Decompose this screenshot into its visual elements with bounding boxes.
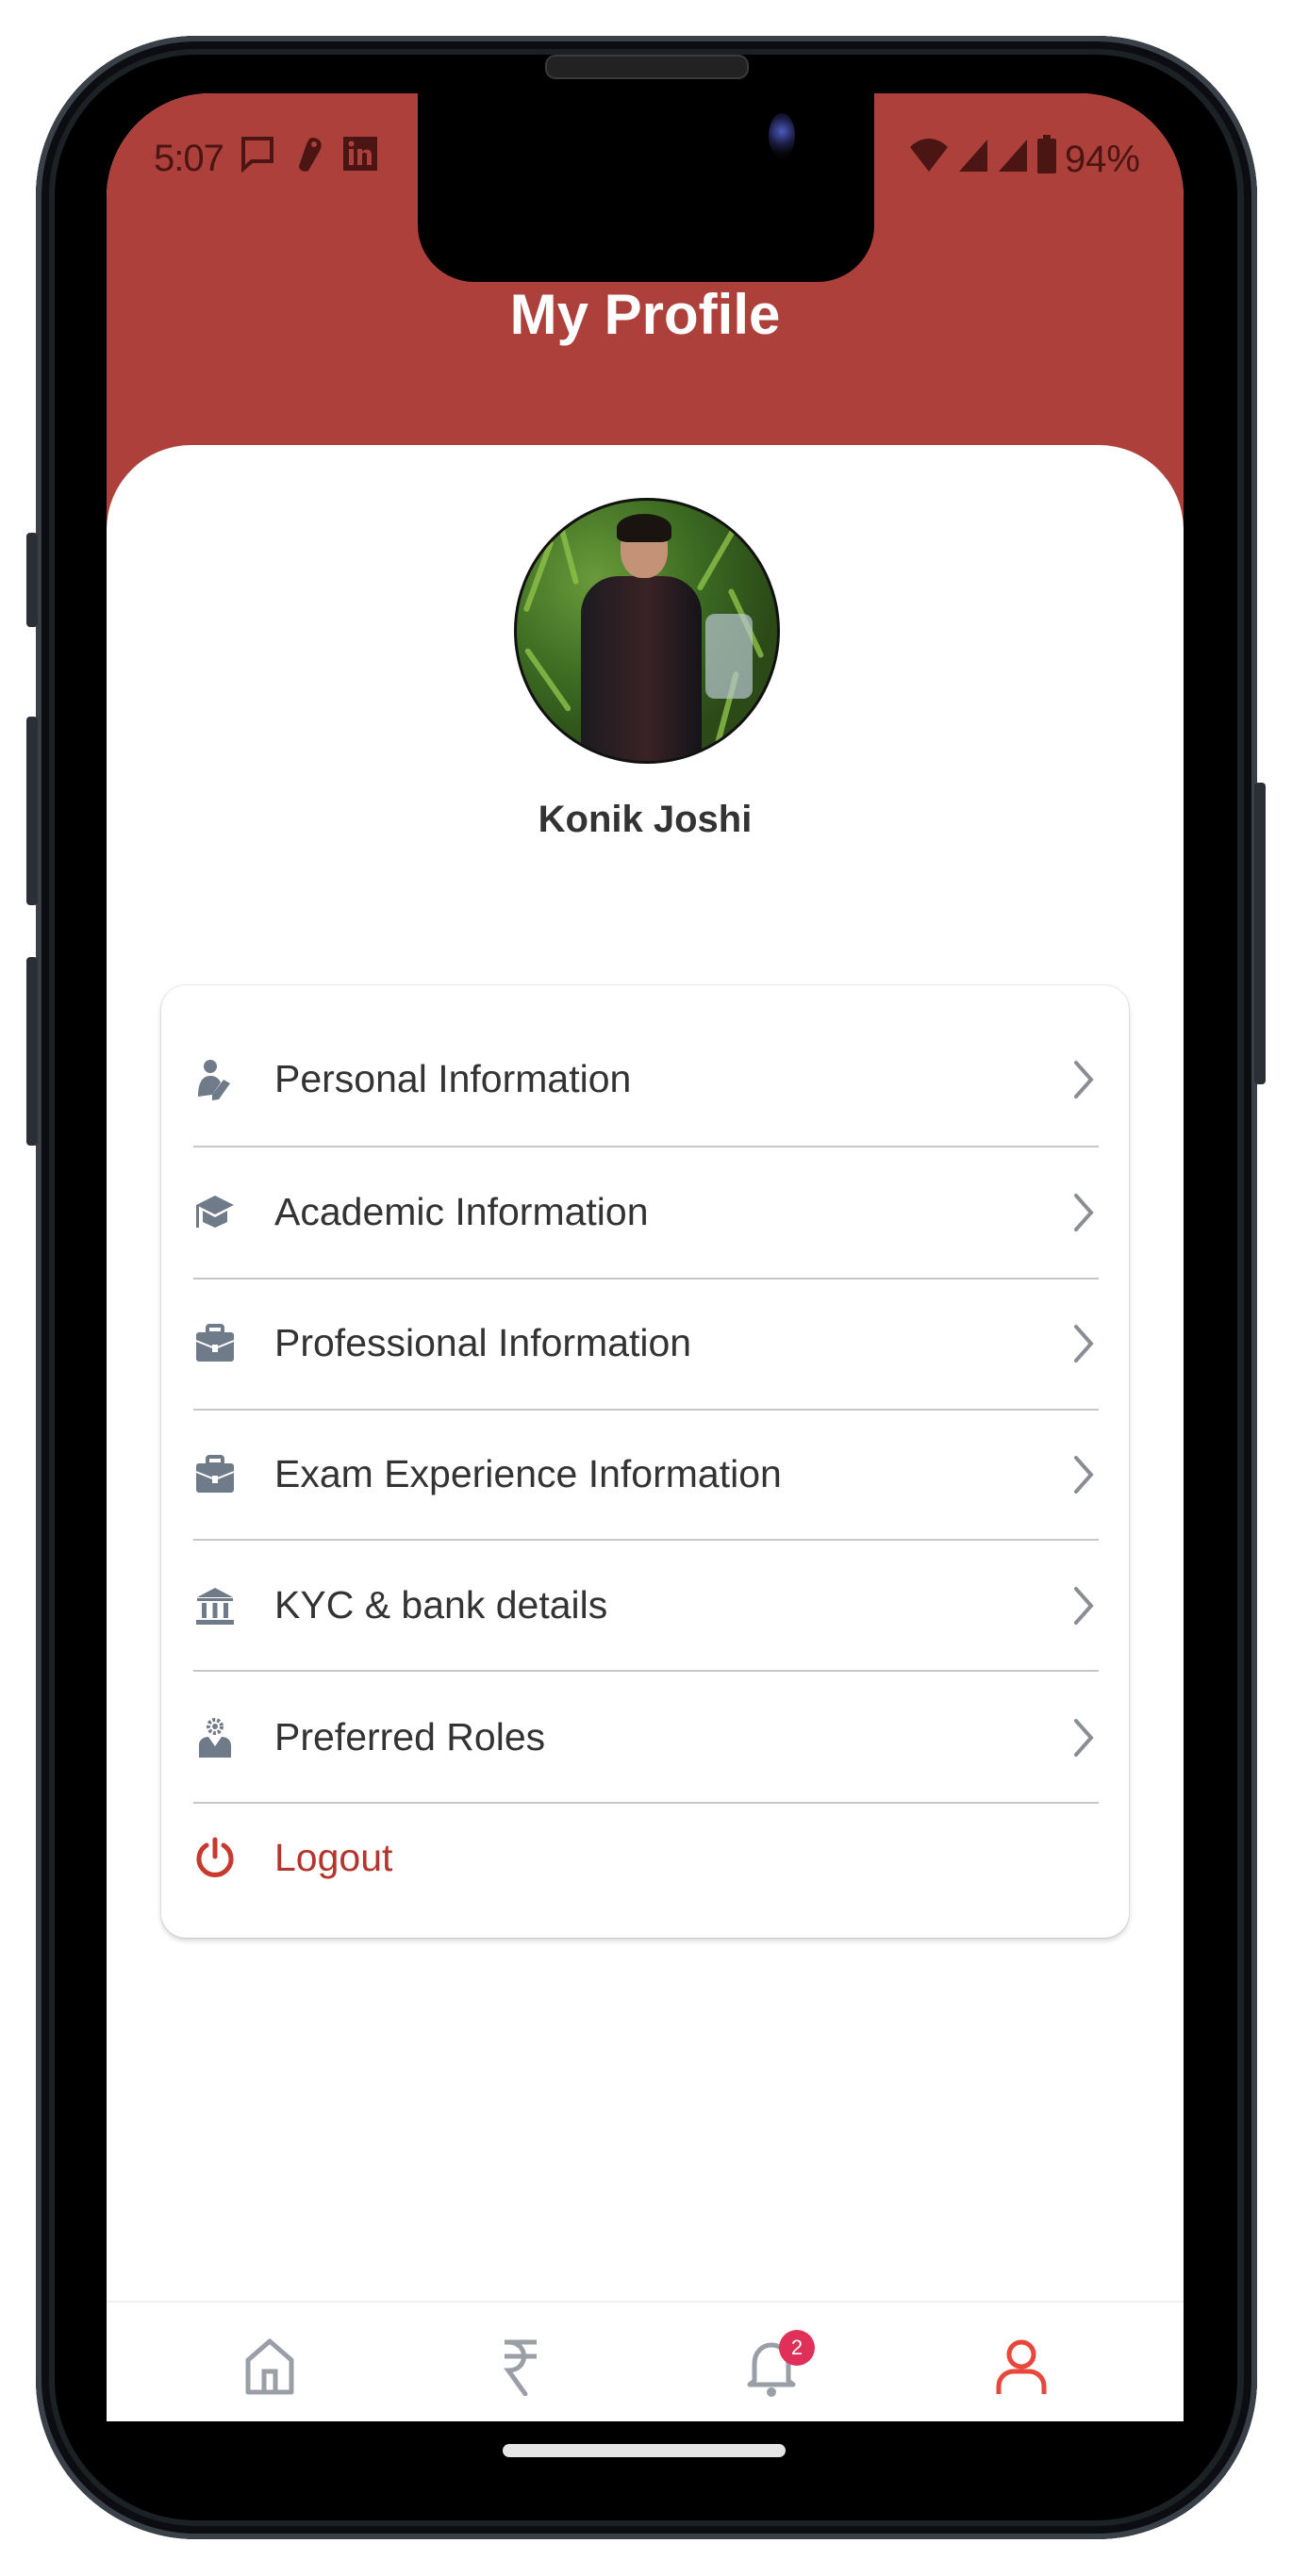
side-button-volume-up — [26, 717, 38, 905]
menu-item-exam-experience-information[interactable]: Exam Experience Information — [193, 1409, 1099, 1540]
bell-icon: 2 — [743, 2329, 815, 2403]
logout-button[interactable]: Logout — [193, 1810, 392, 1905]
bottom-navigation: 2 — [107, 2301, 1184, 2421]
menu-item-label: Personal Information — [274, 1057, 632, 1100]
signal-icon — [997, 136, 1029, 183]
page-title: My Profile — [509, 283, 781, 346]
chevron-right-icon — [1070, 1059, 1099, 1100]
briefcase-icon — [193, 1322, 237, 1365]
menu-item-professional-information[interactable]: Professional Information — [193, 1278, 1099, 1409]
message-icon — [240, 135, 274, 182]
menu-item-label: Academic Information — [274, 1190, 649, 1233]
user-icon — [993, 2337, 1050, 2401]
nav-home[interactable] — [237, 2331, 303, 2406]
nav-payments[interactable] — [488, 2331, 554, 2406]
power-icon — [193, 1836, 237, 1879]
screen: 5:07 94% My Profile Konik Joshi Personal… — [107, 93, 1184, 2421]
earpiece-speaker — [545, 55, 749, 79]
menu-item-label: Professional Information — [274, 1321, 692, 1364]
linkedin-icon — [342, 135, 378, 182]
menu-item-label: KYC & bank details — [274, 1583, 608, 1627]
front-camera — [769, 113, 795, 158]
chevron-right-icon — [1070, 1323, 1099, 1364]
menu-item-preferred-roles[interactable]: Preferred Roles — [193, 1672, 1099, 1803]
person-edit-icon — [193, 1058, 237, 1101]
battery-percentage: 94% — [1064, 138, 1140, 180]
profile-content: Konik Joshi Personal Information Academi… — [107, 445, 1184, 2331]
menu-item-label: Exam Experience Information — [274, 1452, 782, 1495]
side-button-mute — [26, 533, 38, 627]
notification-badge: 2 — [779, 2329, 815, 2366]
avatar[interactable] — [514, 498, 780, 764]
battery-icon — [1036, 135, 1057, 184]
signal-icon — [957, 136, 989, 183]
chevron-right-icon — [1070, 1192, 1099, 1233]
camera-notch — [418, 93, 874, 282]
status-time: 5:07 — [154, 137, 224, 179]
logout-label: Logout — [274, 1835, 393, 1879]
user-gear-icon — [193, 1716, 237, 1759]
wifi-icon — [908, 136, 950, 183]
chevron-right-icon — [1070, 1454, 1099, 1495]
graduation-cap-icon — [193, 1191, 237, 1234]
home-icon — [243, 2337, 296, 2401]
nav-profile[interactable] — [988, 2331, 1054, 2406]
side-button-power — [1254, 783, 1266, 1084]
nav-notifications[interactable]: 2 — [738, 2329, 815, 2406]
bank-icon — [193, 1584, 237, 1627]
divider — [193, 1802, 1099, 1804]
menu-item-personal-information[interactable]: Personal Information — [193, 1014, 1099, 1145]
briefcase-icon — [193, 1453, 237, 1496]
chevron-right-icon — [1070, 1585, 1099, 1627]
side-button-volume-down — [26, 957, 38, 1146]
menu-item-academic-information[interactable]: Academic Information — [193, 1147, 1099, 1278]
rupee-icon — [499, 2337, 542, 2401]
profile-menu-card: Personal Information Academic Informatio… — [161, 985, 1129, 1938]
home-indicator[interactable] — [503, 2444, 786, 2457]
menu-item-label: Preferred Roles — [274, 1715, 546, 1759]
profile-name: Konik Joshi — [538, 799, 753, 840]
chevron-right-icon — [1070, 1717, 1099, 1759]
app-icon — [291, 135, 325, 182]
menu-item-kyc-bank-details[interactable]: KYC & bank details — [193, 1540, 1099, 1671]
